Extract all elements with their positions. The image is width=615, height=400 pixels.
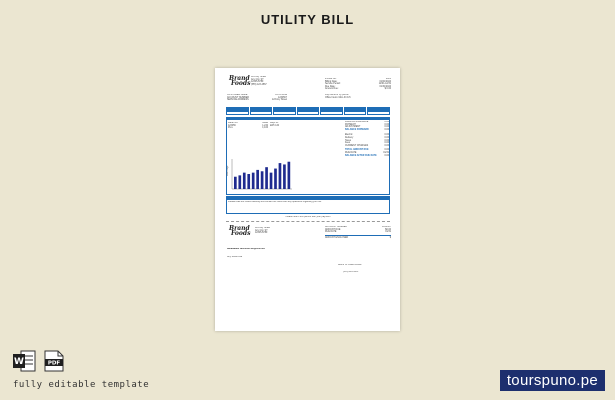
stub-summary: ACCOUNT NUMBER 1234567 AMOUNT DUE $0.00 DU… [325, 226, 391, 240]
usage-chart: kWh Usage [227, 159, 292, 190]
word-file-icon: W [13, 350, 36, 372]
chart-bar [242, 172, 246, 189]
pdf-file-icon: PDF [44, 350, 64, 372]
brand-badge[interactable]: tourspuno.pe [499, 370, 605, 391]
stub-phone: (555) 123-4567 [343, 271, 359, 273]
chart-bar [260, 171, 264, 189]
stub-customer: Any Street Ave [227, 256, 243, 258]
summary-value-row [226, 111, 391, 115]
tear-line [226, 221, 390, 222]
stub-address: 123 Any Street Any City, ST 12345-6789 [255, 227, 271, 235]
return-notice: Please return this portion with your pay… [285, 216, 331, 218]
chart-bar [278, 163, 282, 189]
chart-bar [238, 175, 242, 189]
svg-text:PDF: PDF [48, 361, 61, 367]
account-block: CUSTOMER NAME JOHN DOE ACCOUNT NUMBER 1234… [227, 94, 287, 102]
usage-table: Meter No. Read 123456 1,234 Prev 1,100 [228, 122, 268, 130]
chart-bar [274, 168, 277, 189]
remit-to: Remit To: Brand Foods [338, 264, 362, 266]
notice-text: Please read the notice carefully and con… [228, 201, 322, 203]
chart-bar [283, 164, 286, 189]
company-address: 123 Any Street Any City, ST 12345-6789 (555… [251, 76, 267, 86]
page-title: UTILITY BILL [260, 12, 355, 27]
footer-caption: fully editable template [13, 380, 150, 390]
bill-info: Invoice No: 0001 Billing Date: 01/01/2024 … [325, 78, 391, 91]
charges-summary: PREVIOUS BALANCE 0.00 PAYMENT 0.00 ADJUSTM… [345, 121, 389, 157]
company-logo: Brand Foods [229, 75, 251, 87]
stub-logo: Brand Foods [229, 225, 251, 237]
usage-dates: Days 31 kWh 134 [270, 122, 280, 127]
chart-bar [251, 172, 255, 189]
chart-bar [247, 174, 251, 189]
section-header-bar [226, 117, 390, 120]
chart-bar [269, 172, 273, 189]
bill-document: Brand Foods 123 Any Street Any City, ST 12… [215, 68, 400, 331]
chart-bar [287, 161, 291, 189]
chart-bar [256, 169, 259, 189]
chart-bar [265, 167, 268, 189]
svg-text:kWh Usage: kWh Usage [227, 165, 229, 176]
svg-text:W: W [14, 357, 24, 367]
stub-title: REMINDER SERVICE REQUESTED [227, 248, 265, 250]
payment-block: Pay online or by phone Office hours: Mon-… [325, 94, 351, 99]
chart-bar [234, 176, 237, 189]
